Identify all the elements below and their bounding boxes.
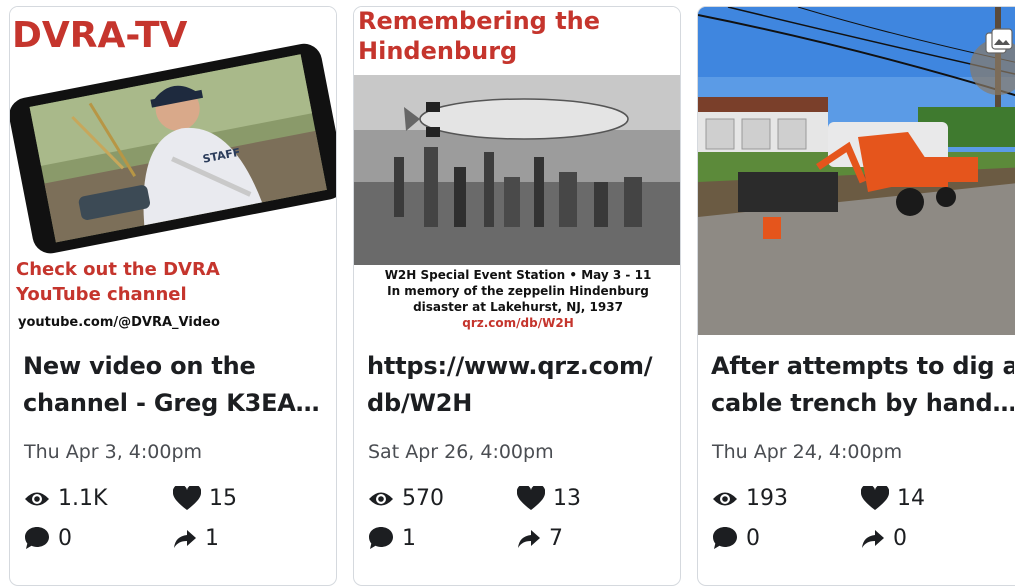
heart-icon[interactable] xyxy=(861,486,889,511)
image-caption-url: qrz.com/db/W2H xyxy=(462,316,574,330)
image-url: youtube.com/@DVRA_Video xyxy=(18,315,220,330)
image-caption-line1: W2H Special Event Station • May 3 - 11 xyxy=(385,268,652,282)
image-banner-title: DVRA-TV xyxy=(12,15,188,56)
shares-stat[interactable]: 7 xyxy=(517,526,563,551)
likes-stat[interactable]: 14 xyxy=(861,486,925,511)
views-stat: 1.1K xyxy=(24,486,107,511)
post-image-tractor[interactable] xyxy=(698,7,1015,335)
headline-line: db/W2H xyxy=(367,389,473,417)
likes-count: 15 xyxy=(209,486,237,511)
comments-stat[interactable]: 0 xyxy=(712,526,760,551)
comment-bubble-icon[interactable] xyxy=(368,526,394,551)
headline-line: After attempts to dig a xyxy=(711,352,1014,380)
headline-line: channel - Greg K3EA… xyxy=(23,389,320,417)
gallery-icon xyxy=(985,28,1013,54)
eye-icon xyxy=(713,492,737,505)
shares-stat[interactable]: 1 xyxy=(173,526,219,551)
image-callout-line1: Check out the DVRA xyxy=(16,259,220,280)
views-count: 1.1K xyxy=(58,486,108,511)
likes-stat[interactable]: 13 xyxy=(517,486,581,511)
comment-bubble-icon[interactable] xyxy=(24,526,50,551)
share-arrow-icon[interactable] xyxy=(173,529,197,549)
likes-count: 13 xyxy=(553,486,581,511)
share-arrow-icon[interactable] xyxy=(861,529,885,549)
post-headline[interactable]: https://www.qrz.com/ db/W2H xyxy=(367,348,668,422)
eye-icon xyxy=(25,492,49,505)
shares-count: 0 xyxy=(893,526,907,551)
heart-icon[interactable] xyxy=(517,486,545,511)
comments-stat[interactable]: 0 xyxy=(24,526,72,551)
headline-line: New video on the xyxy=(23,352,256,380)
image-callout-line2: YouTube channel xyxy=(15,284,187,305)
image-caption-line2: In memory of the zeppelin Hindenburg xyxy=(387,284,649,298)
post-date: Sat Apr 26, 4:00pm xyxy=(368,441,554,463)
post-headline[interactable]: New video on the channel - Greg K3EA… xyxy=(23,348,324,422)
post-image-dvra-tv[interactable]: STAFF DVRA-TV Check out the DVRA YouTube… xyxy=(10,7,336,335)
post-date: Thu Apr 3, 4:00pm xyxy=(24,441,203,463)
eye-icon xyxy=(369,492,393,505)
views-count: 570 xyxy=(402,486,444,511)
post-card-dvra-video[interactable]: STAFF DVRA-TV Check out the DVRA YouTube… xyxy=(9,6,337,586)
shares-count: 7 xyxy=(549,526,563,551)
comment-bubble-icon[interactable] xyxy=(712,526,738,551)
views-stat: 570 xyxy=(368,486,444,511)
comments-stat[interactable]: 1 xyxy=(368,526,416,551)
comments-count: 0 xyxy=(746,526,760,551)
headline-line: https://www.qrz.com/ xyxy=(367,352,653,380)
image-caption-line3: disaster at Lakehurst, NJ, 1937 xyxy=(413,300,623,314)
image-title-line1: Remembering the xyxy=(358,7,600,35)
post-card-cable-trench[interactable]: After attempts to dig a cable trench by … xyxy=(697,6,1015,586)
comments-count: 1 xyxy=(402,526,416,551)
heart-icon[interactable] xyxy=(173,486,201,511)
likes-stat[interactable]: 15 xyxy=(173,486,237,511)
views-count: 193 xyxy=(746,486,788,511)
shares-count: 1 xyxy=(205,526,219,551)
post-date: Thu Apr 24, 4:00pm xyxy=(712,441,903,463)
image-title-line2: Hindenburg xyxy=(358,37,517,65)
post-image-hindenburg[interactable]: Remembering the Hindenburg W2H Special E… xyxy=(354,7,680,335)
post-card-w2h[interactable]: Remembering the Hindenburg W2H Special E… xyxy=(353,6,681,586)
views-stat: 193 xyxy=(712,486,788,511)
comments-count: 0 xyxy=(58,526,72,551)
share-arrow-icon[interactable] xyxy=(517,529,541,549)
likes-count: 14 xyxy=(897,486,925,511)
post-headline[interactable]: After attempts to dig a cable trench by … xyxy=(711,348,1014,422)
headline-line: cable trench by hand… xyxy=(711,389,1014,417)
shares-stat[interactable]: 0 xyxy=(861,526,907,551)
